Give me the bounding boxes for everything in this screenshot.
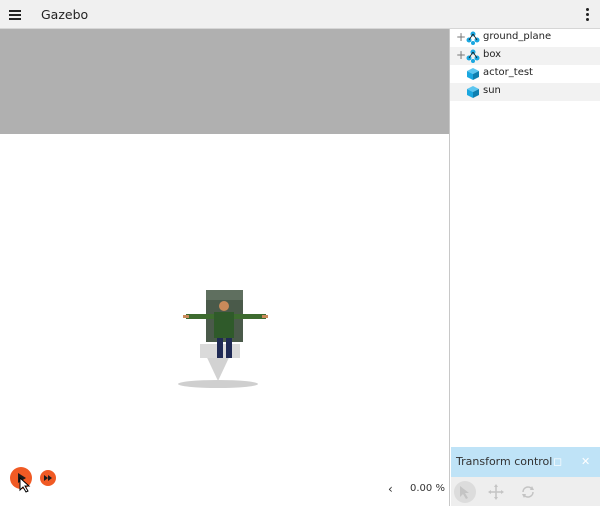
transform-control-title: Transform control (456, 455, 553, 468)
tree-item-actor-test[interactable]: actor_test (450, 65, 600, 83)
float-panel-icon[interactable]: ◻ (553, 455, 562, 468)
transform-control-header: Transform control ◻ ✕ (451, 447, 600, 477)
scene-render (178, 290, 268, 388)
entity-tree-panel: + ground_plane + box actor_test sun (449, 29, 600, 506)
select-mode-button[interactable] (454, 481, 476, 503)
transform-toolbar (451, 477, 600, 506)
stats-expand-chevron-icon[interactable]: ‹ (388, 482, 393, 496)
model-icon (466, 49, 480, 63)
more-options-icon[interactable] (585, 8, 589, 22)
translate-arrows-icon (488, 484, 504, 500)
tree-item-label: box (483, 49, 502, 60)
real-time-factor: 0.00 % (410, 483, 445, 494)
select-arrow-icon (460, 486, 469, 499)
mouse-cursor-icon (19, 477, 31, 493)
step-button[interactable] (40, 470, 56, 486)
translate-mode-button[interactable] (485, 481, 507, 503)
tree-item-label: sun (483, 85, 501, 96)
light-cube-icon (467, 86, 479, 98)
rotate-mode-button[interactable] (517, 481, 539, 503)
tree-item-ground-plane[interactable]: + ground_plane (450, 29, 600, 47)
menu-icon[interactable] (9, 10, 21, 20)
title-bar: Gazebo (0, 0, 600, 29)
model-icon (466, 31, 480, 45)
rotate-icon (522, 486, 534, 498)
close-panel-icon[interactable]: ✕ (581, 455, 590, 468)
scene-viewport[interactable]: ‹ 0.00 % (0, 29, 449, 506)
tree-item-label: actor_test (483, 67, 533, 78)
tree-item-sun[interactable]: sun (450, 83, 600, 101)
expand-icon[interactable]: + (456, 30, 466, 44)
actor-cube-icon (467, 68, 479, 80)
tree-item-label: ground_plane (483, 31, 552, 42)
app-title: Gazebo (41, 7, 89, 22)
tree-item-box[interactable]: + box (450, 47, 600, 65)
expand-icon[interactable]: + (456, 48, 466, 62)
